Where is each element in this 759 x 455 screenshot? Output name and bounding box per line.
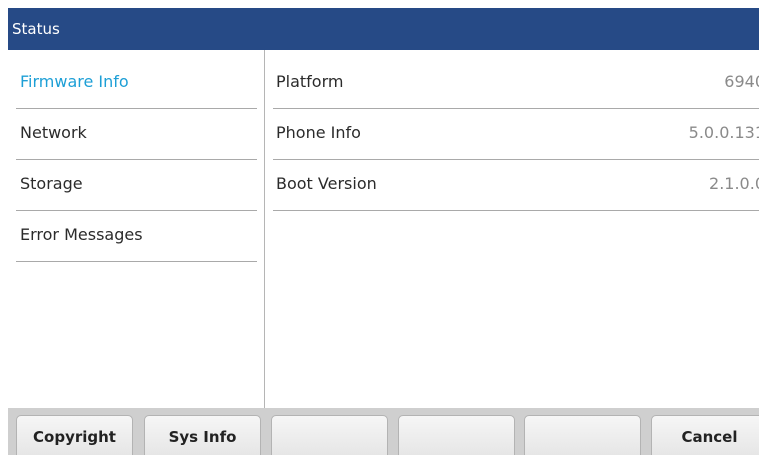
copyright-softkey[interactable]: Copyright (16, 415, 133, 455)
status-menu: Firmware Info Network Storage Error Mess… (16, 58, 257, 262)
screen-title: Status (12, 20, 60, 38)
menu-item-network[interactable]: Network (16, 109, 257, 160)
phone-screen: Status Firmware Info Network Storage Err… (8, 8, 759, 455)
menu-item-label: Error Messages (20, 225, 143, 244)
info-value: 6940 (724, 72, 759, 91)
info-value: 5.0.0.131 (688, 123, 759, 142)
softkey-label: Sys Info (168, 428, 237, 446)
softkey-label: Cancel (681, 428, 738, 446)
info-label: Platform (276, 72, 344, 91)
empty-softkey-1[interactable] (271, 415, 388, 455)
info-label: Boot Version (276, 174, 377, 193)
firmware-info-list: Platform 6940 Phone Info 5.0.0.131 Boot … (273, 58, 759, 211)
empty-softkey-2[interactable] (398, 415, 515, 455)
menu-item-label: Network (20, 123, 87, 142)
menu-item-label: Firmware Info (20, 72, 129, 91)
panel-divider (264, 50, 265, 410)
menu-item-firmware-info[interactable]: Firmware Info (16, 58, 257, 109)
sys-info-softkey[interactable]: Sys Info (144, 415, 261, 455)
menu-item-label: Storage (20, 174, 83, 193)
cancel-softkey[interactable]: Cancel (651, 415, 759, 455)
info-value: 2.1.0.0 (709, 174, 759, 193)
info-label: Phone Info (276, 123, 361, 142)
softkey-label: Copyright (33, 428, 116, 446)
empty-softkey-3[interactable] (524, 415, 641, 455)
softkey-bar: Copyright Sys Info Cancel (8, 408, 759, 455)
title-bar: Status (8, 8, 759, 50)
menu-item-storage[interactable]: Storage (16, 160, 257, 211)
info-row-phone-info: Phone Info 5.0.0.131 (273, 109, 759, 160)
info-row-boot-version: Boot Version 2.1.0.0 (273, 160, 759, 211)
info-row-platform: Platform 6940 (273, 58, 759, 109)
menu-item-error-messages[interactable]: Error Messages (16, 211, 257, 262)
